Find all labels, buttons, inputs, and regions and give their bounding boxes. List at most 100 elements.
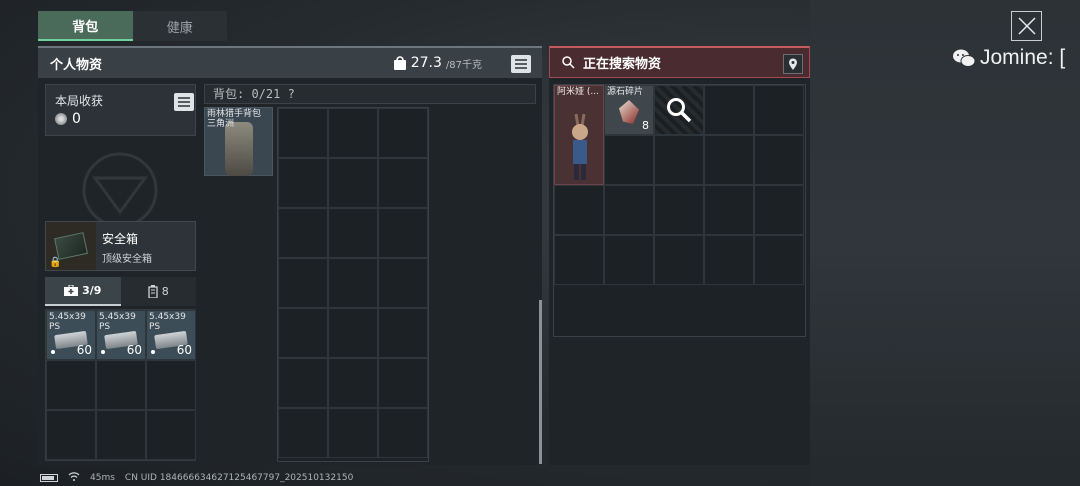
empty-slot[interactable]	[278, 158, 328, 208]
empty-slot[interactable]	[278, 408, 328, 458]
loot-item-originium-shard[interactable]: 源石碎片 8	[604, 85, 654, 135]
backpack-grid	[277, 107, 429, 462]
empty-slot[interactable]	[146, 360, 196, 410]
empty-slot[interactable]	[278, 258, 328, 308]
locate-button[interactable]	[783, 54, 803, 74]
ammo-count: 60	[76, 343, 92, 357]
harvest-value: 0	[72, 111, 81, 127]
empty-slot[interactable]	[146, 410, 196, 460]
magazine-count: 8	[161, 285, 169, 298]
empty-slot[interactable]	[378, 208, 428, 258]
ammo-name: 5.45x39 PS	[149, 312, 186, 332]
list-icon	[515, 59, 527, 69]
safebox-grid: 5.45x39 PS 60 5.45x39 PS 60 5.45x39 PS 6…	[45, 309, 196, 461]
ammo-dot	[51, 350, 55, 354]
empty-slot[interactable]	[704, 185, 754, 235]
ammo-name: 5.45x39 PS	[99, 312, 136, 332]
empty-slot[interactable]	[754, 135, 804, 185]
empty-slot[interactable]	[654, 235, 704, 285]
search-grid: 阿米娅 (... 源石碎片 8	[553, 84, 806, 337]
scrollbar[interactable]	[539, 300, 542, 464]
safebox-text: 安全箱 顶级安全箱	[96, 222, 158, 270]
empty-slot[interactable]	[604, 185, 654, 235]
empty-slot[interactable]	[328, 258, 378, 308]
empty-slot[interactable]	[328, 308, 378, 358]
empty-slot[interactable]	[754, 85, 804, 135]
empty-slot[interactable]	[704, 235, 754, 285]
tab-backpack[interactable]: 背包	[38, 11, 133, 41]
magnifier-icon	[667, 98, 692, 123]
empty-slot[interactable]	[754, 235, 804, 285]
empty-slot[interactable]	[328, 158, 378, 208]
empty-slot[interactable]	[554, 185, 604, 235]
ammo-dot	[101, 350, 105, 354]
empty-slot[interactable]	[704, 135, 754, 185]
empty-slot[interactable]	[278, 358, 328, 408]
harvest-value-row: 0	[55, 111, 186, 127]
uid-text: CN UID 184666634627125467797_20251013215…	[124, 473, 354, 483]
sort-list-button[interactable]	[511, 55, 531, 73]
empty-slot[interactable]	[278, 208, 328, 258]
container-tabs: 3/9 8	[45, 277, 196, 306]
empty-slot[interactable]	[378, 258, 428, 308]
wechat-icon	[953, 49, 976, 67]
empty-slot[interactable]	[754, 185, 804, 235]
tab-ammo-container[interactable]: 8	[120, 277, 196, 306]
empty-slot[interactable]	[278, 108, 328, 158]
weight-icon	[393, 56, 406, 70]
empty-slot[interactable]	[278, 308, 328, 358]
item-name: 阿米娅 (...	[557, 87, 599, 97]
ammo-name: 5.45x39 PS	[49, 312, 86, 332]
empty-slot[interactable]	[328, 208, 378, 258]
empty-slot[interactable]	[46, 360, 96, 410]
harvest-box: 本局收获 0	[45, 84, 196, 136]
ammo-item[interactable]: 5.45x39 PS 60	[146, 310, 196, 360]
tab-health[interactable]: 健康	[133, 11, 228, 41]
empty-slot[interactable]	[96, 360, 146, 410]
loot-item-amiya[interactable]: 阿米娅 (...	[554, 85, 604, 185]
empty-slot[interactable]	[46, 410, 96, 460]
medkit-icon	[64, 285, 79, 296]
empty-slot[interactable]	[328, 108, 378, 158]
empty-slot[interactable]	[704, 85, 754, 135]
empty-slot[interactable]	[654, 185, 704, 235]
empty-slot[interactable]	[604, 135, 654, 185]
empty-slot[interactable]	[378, 108, 428, 158]
backpack-equipped-slot[interactable]: 雨林猎手背包 三角洲	[204, 107, 273, 176]
personal-supplies-header: 个人物资 27.3 /87千克	[38, 46, 542, 78]
ping-text: 45ms	[90, 473, 115, 483]
safebox-slot[interactable]: 🔒 安全箱 顶级安全箱	[45, 221, 196, 271]
close-button[interactable]	[1011, 11, 1042, 41]
safebox-name: 安全箱	[102, 232, 139, 246]
backpack-name: 雨林猎手背包 三角洲	[207, 109, 262, 129]
empty-slot[interactable]	[96, 410, 146, 460]
status-bar: 45ms CN UID 184666634627125467797_202510…	[40, 472, 353, 484]
medkit-count: 3/9	[82, 284, 102, 297]
empty-slot[interactable]	[378, 358, 428, 408]
ammo-item[interactable]: 5.45x39 PS 60	[46, 310, 96, 360]
empty-slot[interactable]	[328, 358, 378, 408]
weight-current: 27.3	[410, 55, 442, 71]
item-count: 8	[642, 119, 649, 132]
empty-slot[interactable]	[378, 158, 428, 208]
empty-slot[interactable]	[378, 308, 428, 358]
harvest-list-button[interactable]	[174, 93, 194, 111]
item-name: 源石碎片	[607, 87, 644, 97]
empty-slot[interactable]	[378, 408, 428, 458]
battery-icon	[40, 474, 58, 482]
ammo-item[interactable]: 5.45x39 PS 60	[96, 310, 146, 360]
empty-slot[interactable]	[604, 235, 654, 285]
weight-indicator: 27.3 /87千克	[393, 55, 482, 71]
tab-medkit-container[interactable]: 3/9	[45, 277, 121, 306]
empty-slot[interactable]	[554, 235, 604, 285]
wifi-icon	[68, 472, 80, 484]
shard-icon	[619, 100, 639, 124]
safebox-image: 🔒	[46, 222, 96, 270]
figure-icon	[572, 113, 588, 180]
search-title: 正在搜索物资	[583, 57, 662, 72]
magazine-icon	[148, 285, 158, 298]
empty-slot[interactable]	[328, 408, 378, 458]
empty-slot[interactable]	[654, 135, 704, 185]
harvest-label: 本局收获	[55, 94, 104, 108]
weight-max: /87千克	[445, 59, 482, 71]
